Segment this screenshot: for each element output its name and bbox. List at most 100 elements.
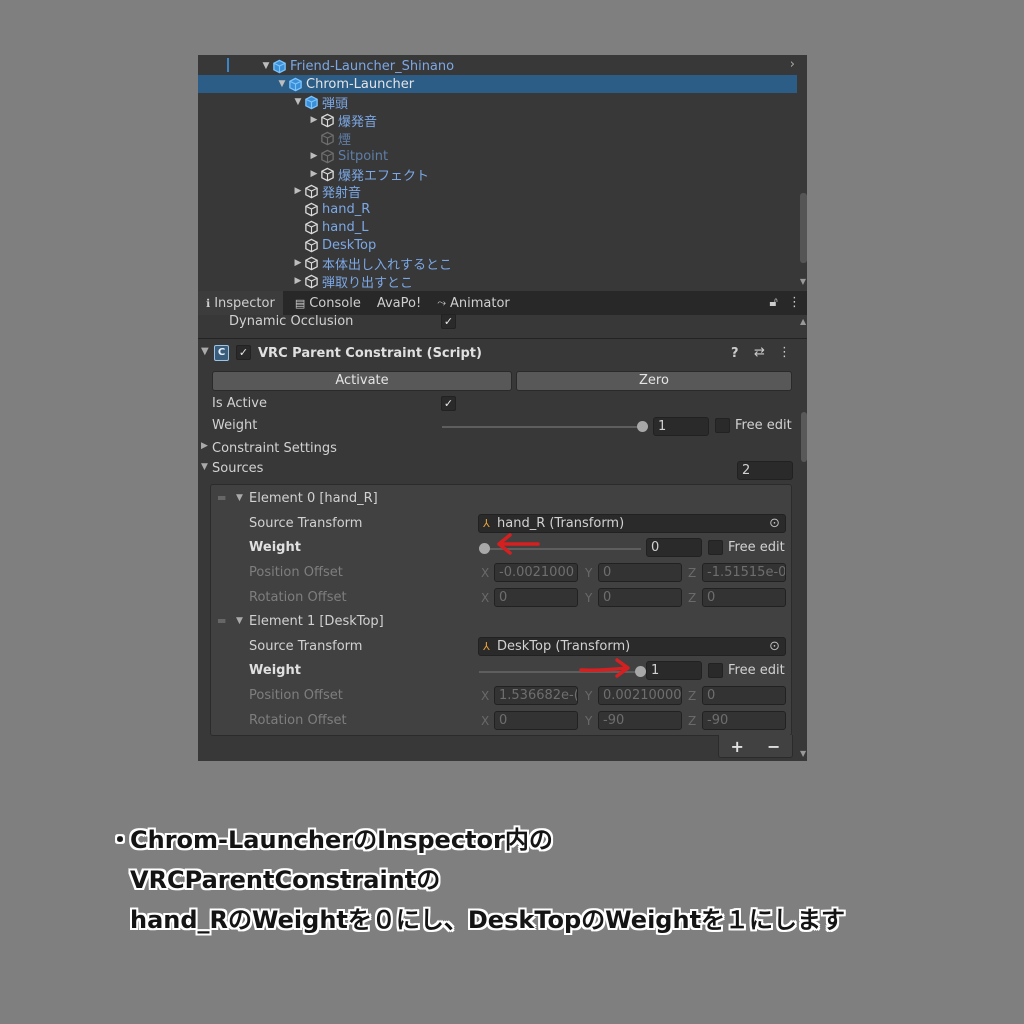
- source-transform-field[interactable]: ⅄ hand_R (Transform) ⊙: [478, 514, 786, 533]
- weight-slider-track[interactable]: [442, 426, 642, 428]
- add-element-button[interactable]: +: [731, 737, 744, 756]
- rotation-x-input[interactable]: 0: [494, 588, 578, 607]
- tab-inspector[interactable]: ℹ Inspector: [198, 291, 283, 315]
- free-edit-label: Free edit: [728, 663, 785, 678]
- sources-foldout[interactable]: Sources: [212, 461, 263, 476]
- tab-animator[interactable]: ⤳ Animator: [429, 291, 518, 315]
- scroll-down-icon[interactable]: ▼: [800, 749, 806, 758]
- hierarchy-item[interactable]: hand_R: [198, 200, 807, 218]
- rotation-z-input[interactable]: 0: [702, 588, 786, 607]
- foldout-arrow-icon[interactable]: ▼: [292, 97, 304, 107]
- annotation-arrow-left-icon: [497, 533, 540, 555]
- position-y-input[interactable]: 0: [598, 563, 682, 582]
- hierarchy-item[interactable]: ▶ 発射音: [198, 182, 807, 201]
- hierarchy-scrollbar[interactable]: [800, 193, 807, 263]
- drag-handle-icon[interactable]: ═: [218, 491, 225, 505]
- element-0-weight-input[interactable]: 0: [646, 538, 702, 557]
- element-0-weight-slider-knob[interactable]: [479, 543, 490, 554]
- axis-x-label: X: [481, 566, 490, 580]
- free-edit-label: Free edit: [728, 540, 785, 555]
- tab-avapo[interactable]: AvaPo!: [369, 291, 429, 315]
- element-1-weight-input[interactable]: 1: [646, 661, 702, 680]
- element-1-free-edit-checkbox[interactable]: [708, 663, 723, 678]
- element-1-weight-slider-knob[interactable]: [635, 666, 646, 677]
- axis-z-label: Z: [688, 591, 697, 605]
- hierarchy-item[interactable]: ▶ 爆発エフェクト: [198, 165, 807, 184]
- hierarchy-item[interactable]: ▼ Friend-Launcher_Shinano: [198, 57, 807, 75]
- tab-console[interactable]: ▤ Console: [287, 291, 369, 315]
- position-z-input[interactable]: -1.51515e-0: [702, 563, 786, 582]
- transform-icon: ⅄: [483, 517, 490, 530]
- component-separator: [198, 338, 807, 339]
- position-x-input[interactable]: 1.536682e-(: [494, 686, 578, 705]
- console-icon: ▤: [294, 296, 306, 310]
- tab-label: Animator: [450, 295, 510, 311]
- component-menu-icon[interactable]: ⋮: [778, 345, 791, 360]
- preset-icon[interactable]: ⇄: [754, 345, 765, 360]
- position-x-input[interactable]: -0.0021000: [494, 563, 578, 582]
- element-0-free-edit-checkbox[interactable]: [708, 540, 723, 555]
- position-z-input[interactable]: 0: [702, 686, 786, 705]
- caption-line-1: ・Chrom-LauncherのInspector内の: [108, 820, 988, 860]
- hierarchy-item[interactable]: hand_L: [198, 218, 807, 236]
- lock-icon[interactable]: 🔓︎: [769, 295, 777, 310]
- constraint-settings-foldout[interactable]: Constraint Settings: [212, 441, 337, 456]
- scroll-down-icon[interactable]: ▼: [800, 277, 806, 286]
- weight-input[interactable]: 1: [653, 417, 709, 436]
- hierarchy-item[interactable]: DeskTop: [198, 236, 807, 254]
- chevron-right-icon[interactable]: ›: [790, 57, 795, 72]
- foldout-arrow-icon[interactable]: ▶: [308, 151, 320, 161]
- free-edit-checkbox[interactable]: [715, 418, 730, 433]
- foldout-arrow-icon[interactable]: ▼: [260, 61, 272, 71]
- foldout-arrow-icon[interactable]: ▶: [292, 186, 304, 196]
- source-transform-field[interactable]: ⅄ DeskTop (Transform) ⊙: [478, 637, 786, 656]
- remove-element-button[interactable]: −: [767, 737, 780, 756]
- caption-line-2: VRCParentConstraintの: [130, 866, 441, 894]
- hierarchy-item[interactable]: ▶ 本体出し入れするとこ: [198, 254, 807, 273]
- inspector-scrollbar[interactable]: [801, 412, 807, 462]
- hierarchy-item[interactable]: ▶ 弾取り出すとこ: [198, 272, 807, 291]
- object-picker-icon[interactable]: ⊙: [769, 515, 780, 532]
- foldout-arrow-icon[interactable]: ▶: [308, 115, 320, 125]
- source-transform-label: Source Transform: [249, 639, 363, 654]
- foldout-arrow-icon[interactable]: ▼: [276, 79, 288, 89]
- weight-slider-knob[interactable]: [637, 421, 648, 432]
- is-active-checkbox[interactable]: ✓: [441, 396, 456, 411]
- foldout-arrow-icon[interactable]: ▶: [292, 276, 304, 286]
- drag-handle-icon[interactable]: ═: [218, 614, 225, 628]
- script-icon: C: [214, 345, 229, 361]
- hierarchy-item[interactable]: ▼ 弾頭: [198, 93, 807, 112]
- foldout-arrow-icon[interactable]: ▶: [292, 258, 304, 268]
- rotation-y-input[interactable]: 0: [598, 588, 682, 607]
- foldout-arrow-icon[interactable]: ▼: [236, 616, 243, 626]
- activate-button[interactable]: Activate: [212, 371, 512, 391]
- position-offset-label: Position Offset: [249, 565, 343, 580]
- foldout-arrow-icon[interactable]: ▶: [201, 441, 208, 451]
- sources-count-input[interactable]: 2: [737, 461, 793, 480]
- foldout-arrow-icon[interactable]: ▼: [236, 493, 243, 503]
- object-picker-icon[interactable]: ⊙: [769, 638, 780, 655]
- hierarchy-panel: ▼ Friend-Launcher_Shinano ▼ Chrom-Launcher ▼…: [198, 55, 807, 291]
- position-y-input[interactable]: 0.00210000: [598, 686, 682, 705]
- hierarchy-item[interactable]: ▶ Sitpoint: [198, 147, 807, 165]
- element-1-header[interactable]: Element 1 [DeskTop]: [249, 614, 384, 629]
- rotation-x-input[interactable]: 0: [494, 711, 578, 730]
- gameobject-cube-icon: [321, 167, 334, 181]
- component-foldout-icon[interactable]: ▼: [201, 346, 209, 357]
- kebab-menu-icon[interactable]: ⋮: [788, 295, 801, 310]
- foldout-arrow-icon[interactable]: ▶: [308, 169, 320, 179]
- zero-button[interactable]: Zero: [516, 371, 792, 391]
- hierarchy-item[interactable]: 煙: [198, 129, 807, 148]
- help-icon[interactable]: ?: [731, 346, 739, 361]
- component-enabled-checkbox[interactable]: ✓: [236, 345, 251, 360]
- element-0-header[interactable]: Element 0 [hand_R]: [249, 491, 378, 506]
- hierarchy-item[interactable]: ▼ Chrom-Launcher: [198, 75, 797, 93]
- component-title: VRC Parent Constraint (Script): [258, 346, 482, 361]
- foldout-arrow-icon[interactable]: ▼: [201, 462, 208, 472]
- hierarchy-item[interactable]: ▶ 爆発音: [198, 111, 807, 130]
- rotation-y-input[interactable]: -90: [598, 711, 682, 730]
- rotation-z-input[interactable]: -90: [702, 711, 786, 730]
- dynamic-occlusion-checkbox[interactable]: ✓: [441, 314, 456, 329]
- hierarchy-item-label: 爆発音: [338, 114, 378, 130]
- scroll-up-icon[interactable]: ▲: [800, 317, 806, 326]
